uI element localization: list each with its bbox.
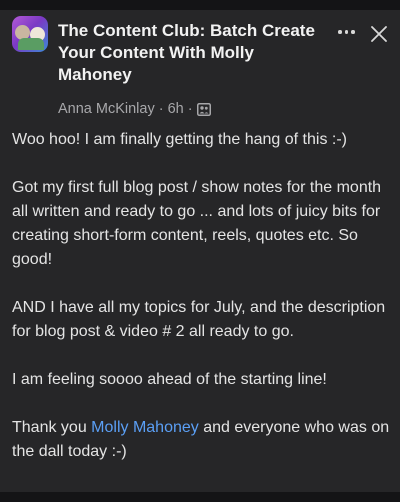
post-paragraph-thanks: Thank you Molly Mahoney and everyone who… [12,416,392,464]
post-time[interactable]: 6h [168,101,184,117]
meta-separator: · [187,101,193,117]
post-paragraph: I am feeling soooo ahead of the starting… [12,371,327,388]
group-audience-icon [196,102,211,116]
bottom-edge [0,492,400,502]
group-avatar[interactable] [12,16,48,52]
thanks-text: Thank you [12,419,92,436]
post-paragraph: AND I have all my topics for July, and t… [12,299,386,340]
post-body: Woo hoo! I am finally getting the hang o… [12,128,392,488]
group-title[interactable]: The Content Club: Batch Create Your Cont… [58,20,328,86]
author-name[interactable]: Anna McKinlay [58,101,155,117]
top-edge [0,0,400,10]
more-options-icon[interactable] [338,27,358,37]
post-paragraph: Woo hoo! I am finally getting the hang o… [12,131,347,148]
post-meta: Anna McKinlay · 6h · [58,101,211,117]
avatar-plant [18,38,44,50]
post-paragraph: Got my first full blog post / show notes… [12,179,382,268]
mention-link[interactable]: Molly Mahoney [91,419,199,436]
close-icon[interactable] [370,25,388,43]
meta-separator: · [158,101,164,117]
